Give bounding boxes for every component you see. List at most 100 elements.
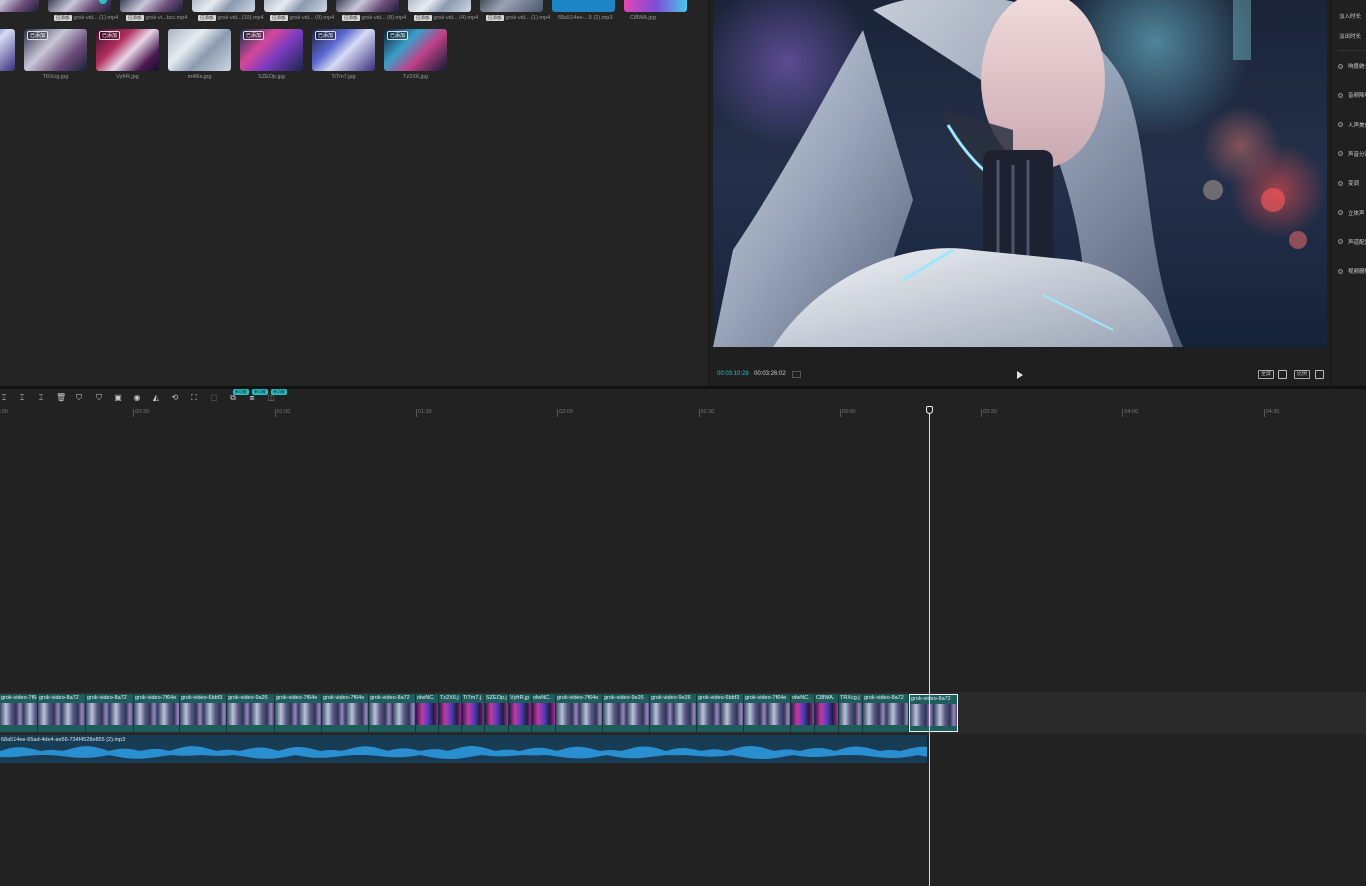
rotate-icon[interactable]: ⟲ — [171, 394, 179, 402]
video-clip[interactable]: grok-video-7f64e — [556, 694, 603, 732]
media-item[interactable]: 已添加 TiTm7.jpg — [312, 29, 375, 84]
video-clip[interactable]: grok-video-6bbf3 — [697, 694, 744, 732]
media-thumbnail — [0, 29, 15, 71]
media-item-name: grok-vid... (8).mp4 — [361, 15, 407, 21]
video-clip[interactable]: grok-video-8a72 — [369, 694, 416, 732]
video-clip[interactable]: VyfrR.jp — [509, 694, 532, 732]
media-item-name: TiTm7.jpg — [331, 74, 356, 80]
video-clip[interactable]: grok-video-8a72 — [38, 694, 86, 732]
inspector-option[interactable]: 视频删除 — [1338, 267, 1366, 275]
preview-frame[interactable] — [713, 0, 1327, 347]
crop-icon[interactable]: ⛶ — [190, 394, 198, 402]
video-clip[interactable]: grok-video-9e26 — [603, 694, 650, 732]
video-clip[interactable]: grok-video-8a72 — [86, 694, 134, 732]
clip-filmstrip — [439, 703, 461, 725]
video-clip[interactable]: grok-video-6bbf3 — [180, 694, 227, 732]
toggle-radio-icon[interactable] — [1338, 63, 1343, 69]
mirror-icon[interactable]: ◭ — [152, 394, 160, 402]
fade-in-label: 淡入时长 — [1339, 14, 1362, 20]
video-clip[interactable]: TRXcg.j — [839, 694, 863, 732]
inspector-option[interactable]: 声道配置 — [1338, 238, 1366, 246]
inspector-option[interactable]: 立体声 — [1338, 209, 1365, 217]
media-item[interactable] — [0, 29, 15, 84]
video-clip[interactable]: TiTm7.j — [462, 694, 485, 732]
split-left-icon[interactable]: ⌶ — [18, 394, 26, 402]
audio-clip-name: 68a514ee-65ad-4de4-ae56-734f4528e855 (2)… — [1, 737, 126, 743]
video-clip[interactable]: grok-video-7f64e — [134, 694, 180, 732]
media-item[interactable]: 已添加 TRXcg.jpg — [24, 29, 87, 84]
media-thumbnail — [624, 0, 687, 12]
video-clip[interactable]: olwNC. — [532, 694, 556, 732]
media-item[interactable]: b.mp4 — [0, 0, 39, 22]
video-clip-name: Tz2X6.j — [440, 695, 459, 701]
video-clip[interactable]: olwNC. — [791, 694, 815, 732]
video-clip[interactable]: grok-video-7f64e — [322, 694, 369, 732]
video-clip[interactable]: Tz2X6.j — [439, 694, 462, 732]
inspector-option[interactable]: 响度统一 — [1338, 62, 1366, 70]
ruler-tick-label: 04:30 — [1263, 409, 1280, 417]
media-item[interactable]: m4l6e.jpg — [168, 29, 231, 84]
reverse-icon[interactable]: ◉ — [133, 394, 141, 402]
toggle-radio-icon[interactable] — [1338, 268, 1343, 274]
added-label: 已添加 — [27, 31, 49, 40]
media-item[interactable]: 已添加 grok-vid... (9).mp4 — [264, 0, 334, 22]
video-clip[interactable]: grok-video-7f64e — [0, 694, 38, 732]
media-item[interactable]: 已添加 SZEOp.jpg — [240, 29, 303, 84]
media-item[interactable]: C8lWA.jpg — [624, 0, 687, 22]
video-clip[interactable]: grok-video-7f64e — [744, 694, 791, 732]
clip-filmstrip — [86, 703, 133, 725]
fullscreen-icon[interactable] — [1315, 370, 1324, 379]
toggle-radio-icon[interactable] — [1338, 239, 1343, 245]
smart-crop-icon[interactable]: ▢ — [210, 394, 218, 402]
playhead-handle[interactable] — [926, 406, 933, 414]
audio-clip[interactable]: 68a514ee-65ad-4de4-ae56-734f4528e855 (2)… — [0, 735, 927, 763]
media-item[interactable]: 已添加 VyfrR.jpg — [96, 29, 159, 84]
timecode-mode-icon[interactable] — [792, 371, 801, 378]
media-item[interactable]: 已添加 grok-vid... (4).mp4 — [408, 0, 478, 22]
media-item[interactable]: 已添加 grok-vid...(10).mp4 — [192, 0, 264, 22]
video-clip[interactable]: grok-video-9e26 — [650, 694, 697, 732]
split-icon[interactable]: ⌶ — [0, 394, 8, 402]
inspector-option[interactable]: 人声美化 — [1338, 121, 1366, 129]
media-item-name: 68a514ee-...5 (2).mp3 — [558, 15, 613, 21]
media-item[interactable]: 已添加 grok-vid... (8).mp4 — [336, 0, 406, 22]
inspector-option[interactable]: 变调 — [1338, 179, 1359, 187]
video-clip[interactable]: SZEOp.j — [485, 694, 509, 732]
freeze-icon[interactable]: ▣ — [114, 394, 122, 402]
media-item[interactable]: 68a514ee-...5 (2).mp3 — [552, 0, 615, 22]
video-clip[interactable]: grok-video-8a72 — [863, 694, 909, 732]
snapshot-icon[interactable] — [1278, 370, 1287, 379]
aspect-ratio-button[interactable]: 比例 — [1294, 370, 1311, 379]
fullscreen-mode-button[interactable]: 全屏 — [1258, 370, 1275, 379]
inspector-option[interactable]: 音频降噪 — [1338, 91, 1366, 99]
inspector-option[interactable]: 声音分离 — [1338, 150, 1366, 158]
auto-reframe-icon[interactable]: ⧉ — [229, 394, 237, 402]
toggle-radio-icon[interactable] — [1338, 122, 1343, 128]
ai-feature-icon[interactable]: ◫ — [267, 394, 275, 402]
time-ruler[interactable]: 00:00 00:30 01:00 01:30 02:00 02:30 03:00 03:30… — [0, 407, 1366, 417]
delete-icon[interactable]: 🗑 — [56, 394, 66, 402]
marker-icon[interactable]: ⛉ — [75, 394, 83, 402]
play-icon[interactable] — [1017, 371, 1023, 379]
video-clip-name: grok-video-9a26 — [228, 695, 268, 701]
media-item-name: SZEOp.jpg — [258, 74, 285, 80]
ruler-tick-label: 02:00 — [557, 409, 573, 417]
toggle-radio-icon[interactable] — [1338, 180, 1343, 186]
toggle-radio-icon[interactable] — [1338, 151, 1343, 157]
media-item[interactable]: 已添加 grok-vi...bcc.mp4 — [120, 0, 187, 22]
media-item[interactable]: 已添加 grok-vid... (1).mp4 — [48, 0, 118, 22]
video-clip[interactable]: grok-video-9a26 — [227, 694, 275, 732]
video-clip[interactable]: olwNC. — [416, 694, 439, 732]
video-clip[interactable]: grok-video-7f64e — [275, 694, 322, 732]
video-clip[interactable]: grok-video-8a72 — [909, 694, 958, 732]
video-clip[interactable]: C8lWA. — [815, 694, 839, 732]
new-feature-badge: 新功能 — [252, 389, 268, 395]
ai-extend-icon[interactable]: ⧈ — [248, 394, 256, 402]
shield-icon[interactable]: ⛉ — [95, 394, 103, 402]
media-item[interactable]: 已添加 grok-vid... (1).mp4 — [480, 0, 550, 22]
split-right-icon[interactable]: ⌶ — [37, 394, 45, 402]
media-item[interactable]: 已添加 Tz2X6.jpg — [384, 29, 447, 84]
toggle-radio-icon[interactable] — [1338, 92, 1343, 98]
toggle-radio-icon[interactable] — [1338, 210, 1343, 215]
playhead[interactable] — [929, 407, 930, 886]
